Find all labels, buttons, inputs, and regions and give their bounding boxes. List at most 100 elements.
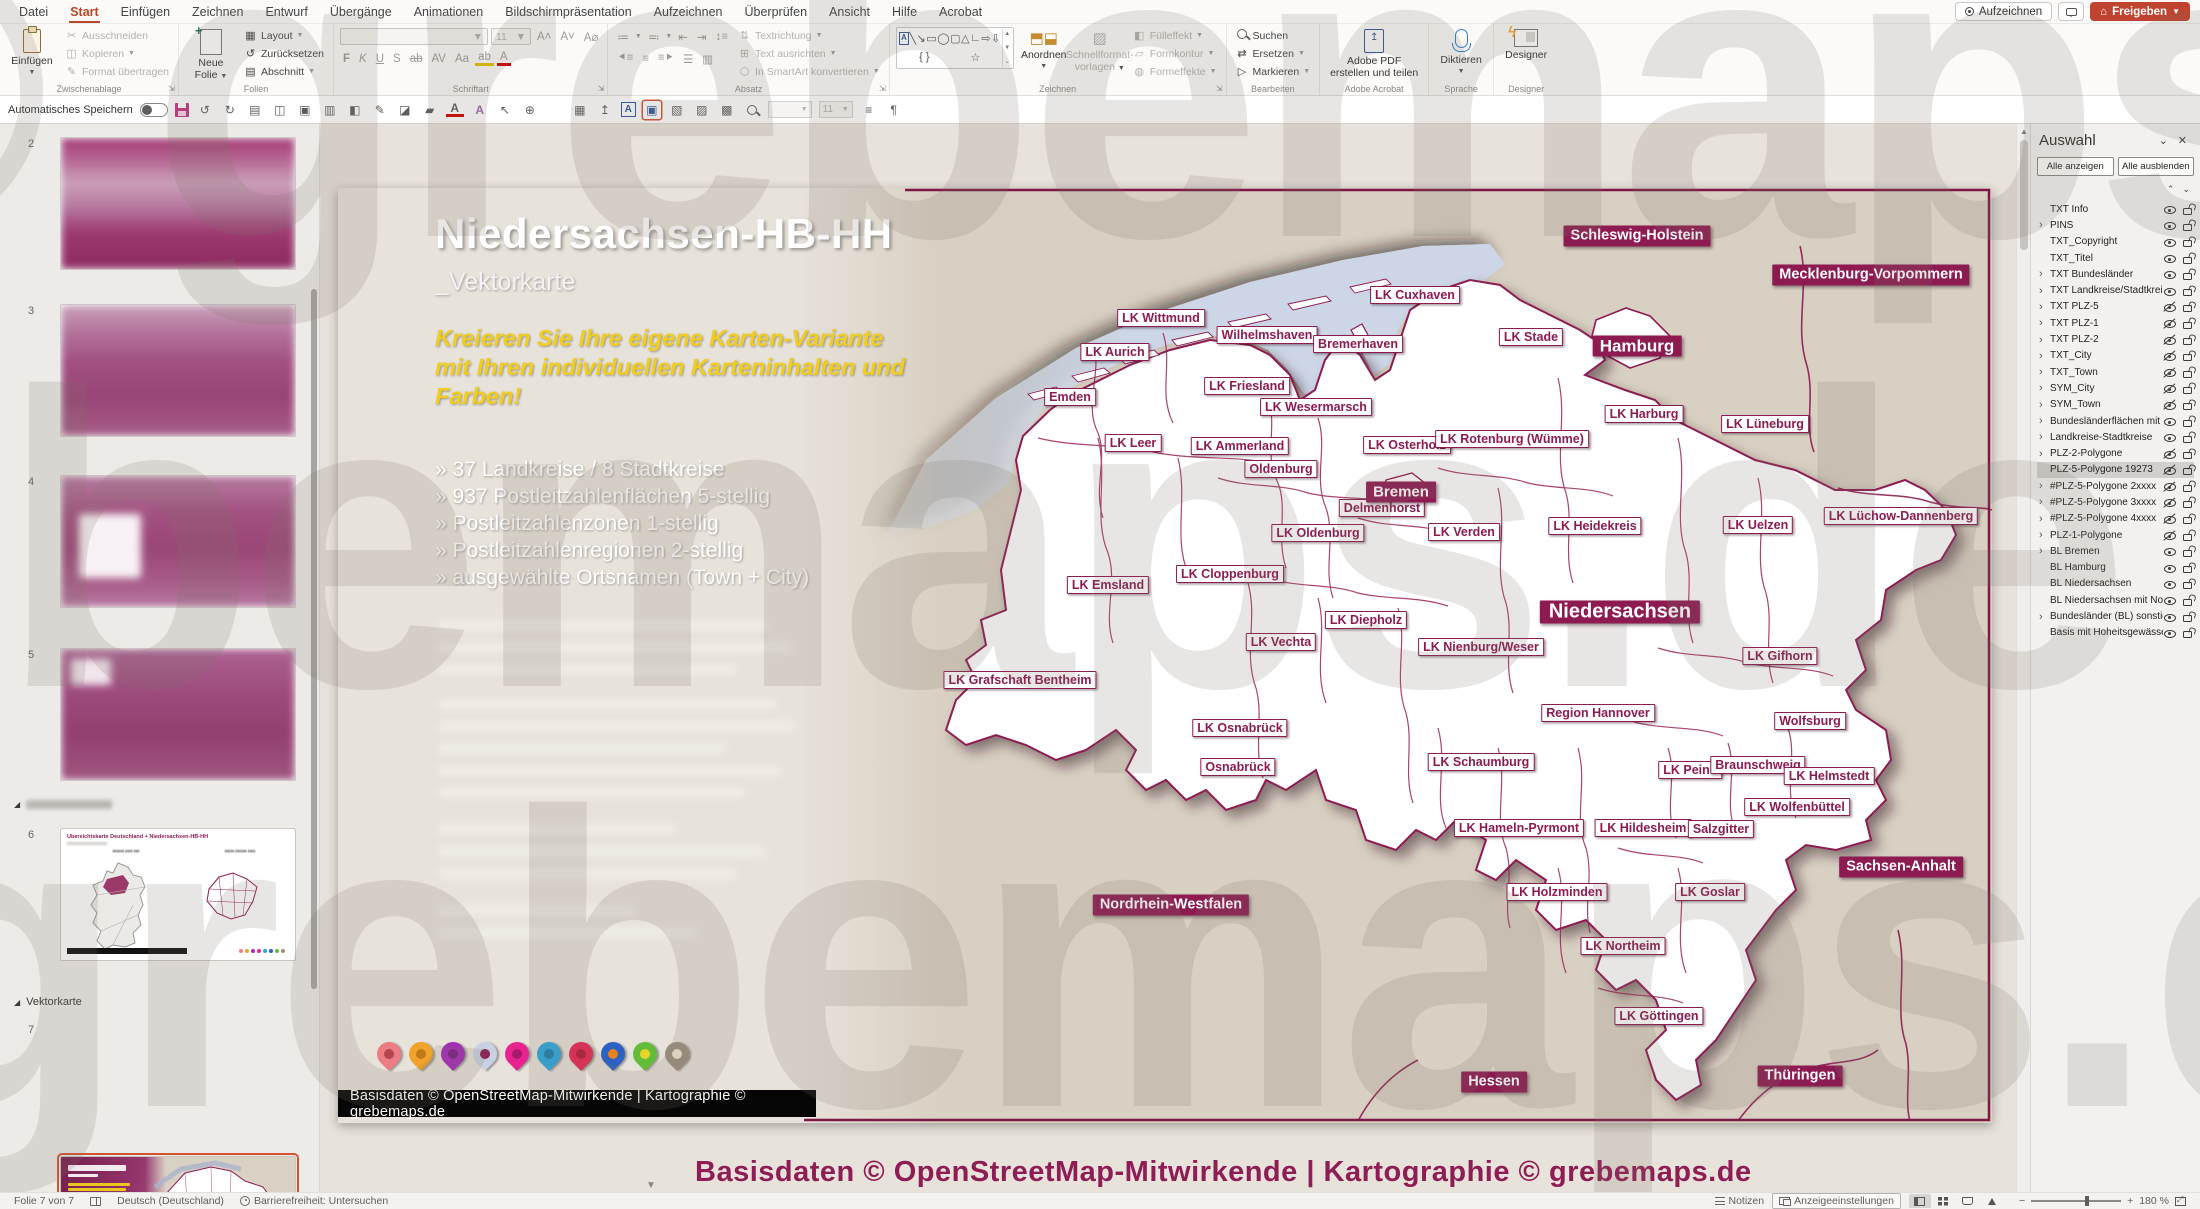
unlock-icon[interactable] (2183, 517, 2192, 525)
visibility-eye-icon[interactable] (2163, 284, 2177, 297)
unlock-icon[interactable] (2183, 484, 2192, 492)
ribbon-tab[interactable]: Ansicht (818, 0, 881, 23)
state-label[interactable]: Niedersachsen (1539, 600, 1701, 624)
district-label[interactable]: LK Schaumburg (1427, 753, 1535, 771)
align-text-button[interactable]: ⊞ Text ausrichten ▼ (735, 45, 883, 62)
increase-indent-button[interactable]: ⇥ (694, 30, 710, 44)
copy-button[interactable]: ◫ Kopieren ▼ (62, 45, 172, 62)
visibility-eye-icon[interactable] (2163, 366, 2177, 379)
slide-thumbnail-7-current[interactable] (57, 1153, 299, 1192)
triangle-shape-icon[interactable]: △ (961, 32, 969, 45)
unlock-icon[interactable] (2183, 370, 2192, 378)
spellcheck-button[interactable] (82, 1196, 109, 1206)
ribbon-tab[interactable]: Datei (8, 0, 59, 23)
scroll-down-icon[interactable]: ▼ (646, 1180, 656, 1191)
unlock-icon[interactable] (2183, 500, 2192, 508)
unlock-icon[interactable] (2183, 223, 2192, 231)
district-label[interactable]: LK Osnabrück (1192, 719, 1288, 737)
fit-to-window-icon[interactable] (2175, 1195, 2186, 1206)
section-header-vektorkarte[interactable]: ◢ Vektorkarte (14, 996, 82, 1008)
justify-button[interactable]: ☰ (680, 52, 696, 66)
district-label[interactable]: LK Stade (1498, 328, 1564, 346)
font-name-select[interactable]: ▼ (340, 28, 488, 45)
section-header-blurred[interactable]: ◢ (14, 800, 113, 809)
expand-chevron-icon[interactable]: › (2039, 398, 2050, 412)
district-label[interactable]: LK Holzminden (1506, 883, 1608, 901)
find-button[interactable]: Suchen (1233, 27, 1314, 44)
bold-button[interactable]: F (340, 53, 353, 65)
state-label[interactable]: Thüringen (1757, 1065, 1843, 1087)
district-label[interactable]: LK Leer (1104, 434, 1162, 452)
layer-row[interactable]: › TXT Landkreise/Stadtkreise (2037, 282, 2194, 298)
reset-button[interactable]: ↺ Zurücksetzen (241, 45, 327, 62)
autosave-toggle[interactable] (139, 102, 168, 117)
paste-options-icon[interactable]: ▤ (246, 101, 264, 119)
visibility-eye-icon[interactable] (2163, 463, 2177, 476)
layer-row[interactable]: › PINS (2037, 217, 2194, 233)
dictate-button[interactable]: Diktieren ▼ (1435, 27, 1487, 75)
district-label[interactable]: Salzgitter (1687, 820, 1755, 838)
line-shape-icon[interactable]: ╲ (909, 32, 916, 45)
send-backward-icon[interactable]: ▨ (693, 101, 711, 119)
bring-forward-icon[interactable]: ▧ (668, 101, 686, 119)
slide-subtitle[interactable]: _Vektorkarte (435, 268, 575, 297)
district-label[interactable]: Osnabrück (1200, 758, 1276, 776)
unlock-icon[interactable] (2183, 582, 2192, 590)
expand-chevron-icon[interactable]: › (2039, 300, 2050, 314)
slide-thumbnail-5[interactable] (60, 648, 296, 781)
gallery-down-icon[interactable]: ▼ (1004, 45, 1010, 51)
move-layer-down-icon[interactable]: ⌄ (2182, 184, 2190, 195)
section-collapse-icon[interactable]: ◢ (14, 998, 20, 1007)
section-button[interactable]: ▤ Abschnitt ▼ (241, 63, 327, 80)
layer-row[interactable]: › BL Niedersachsen mit Nord… (2037, 592, 2194, 608)
replace-button[interactable]: ⇄ Ersetzen ▼ (1233, 45, 1314, 62)
select-arrow-icon[interactable]: ↖ (496, 101, 514, 119)
layer-row[interactable]: › #PLZ-5-Polygone 2xxxx (2037, 478, 2194, 494)
district-label[interactable]: LK Cloppenburg (1176, 565, 1284, 583)
expand-chevron-icon[interactable]: › (2039, 365, 2050, 379)
expand-chevron-icon[interactable]: › (2039, 218, 2050, 232)
unlock-icon[interactable] (2183, 272, 2192, 280)
dialog-launcher-icon[interactable]: ⇲ (168, 84, 175, 93)
decrease-indent-button[interactable]: ⇤ (675, 30, 691, 44)
numbering-button[interactable]: ≕ (645, 30, 663, 44)
map-pin-icon[interactable] (628, 1037, 662, 1078)
state-label[interactable]: Schleswig-Holstein (1563, 225, 1711, 247)
draw-pen-icon[interactable]: ✎ (371, 101, 389, 119)
ribbon-tab[interactable]: Überprüfen (733, 0, 818, 23)
select-button[interactable]: ▷ Markieren ▼ (1233, 63, 1314, 80)
unlock-icon[interactable] (2183, 338, 2192, 346)
expand-chevron-icon[interactable]: › (2039, 528, 2050, 542)
layer-row[interactable]: › PLZ-5-Polygone 19273 (2037, 461, 2194, 479)
selection-pane-icon[interactable]: ▣ (643, 101, 661, 119)
visibility-eye-icon[interactable] (2163, 594, 2177, 607)
unlock-icon[interactable] (2183, 386, 2192, 394)
quick-styles-button[interactable]: ▨ Schnellformat-vorlagen ▼ (1066, 27, 1134, 73)
rect-shape-icon[interactable]: ▭ (926, 32, 936, 45)
layer-row[interactable]: › BL Hamburg (2037, 560, 2194, 576)
district-label[interactable]: LK Heidekreis (1548, 517, 1642, 535)
ribbon-tab[interactable]: Übergänge (319, 0, 403, 23)
expand-chevron-icon[interactable]: › (2039, 495, 2050, 509)
text-direction-button[interactable]: ⇅ Textrichtung ▼ (735, 27, 883, 44)
offslide-credit-text[interactable]: Basisdaten © OpenStreetMap-Mitwirkende |… (695, 1156, 1752, 1189)
new-slide-button[interactable]: NeueFolie ▼ (185, 23, 237, 81)
expand-chevron-icon[interactable]: › (2039, 349, 2050, 363)
visibility-eye-icon[interactable] (2163, 415, 2177, 428)
layer-row[interactable]: › TXT Bundesländer (2037, 266, 2194, 282)
char-spacing-button[interactable]: AV (428, 53, 449, 65)
unlock-icon[interactable] (2183, 549, 2192, 557)
layer-row[interactable]: › TXT_Titel (2037, 250, 2194, 266)
visibility-eye-icon[interactable] (2163, 496, 2177, 509)
district-label[interactable]: LK Goslar (1675, 883, 1745, 901)
layer-row[interactable]: › TXT_City (2037, 348, 2194, 364)
columns-button[interactable]: ▥ (699, 52, 716, 66)
visibility-eye-icon[interactable] (2163, 626, 2177, 639)
notes-button[interactable]: Notizen (1707, 1195, 1773, 1207)
qat-font-select[interactable]: ▼ (767, 101, 812, 118)
unlock-icon[interactable] (2183, 452, 2192, 460)
ribbon-tab[interactable]: Entwurf (254, 0, 318, 23)
expand-chevron-icon[interactable]: › (2039, 447, 2050, 461)
accessibility-button[interactable]: Barrierefreiheit: Untersuchen (232, 1195, 396, 1207)
reading-view-button[interactable] (1957, 1194, 1979, 1208)
